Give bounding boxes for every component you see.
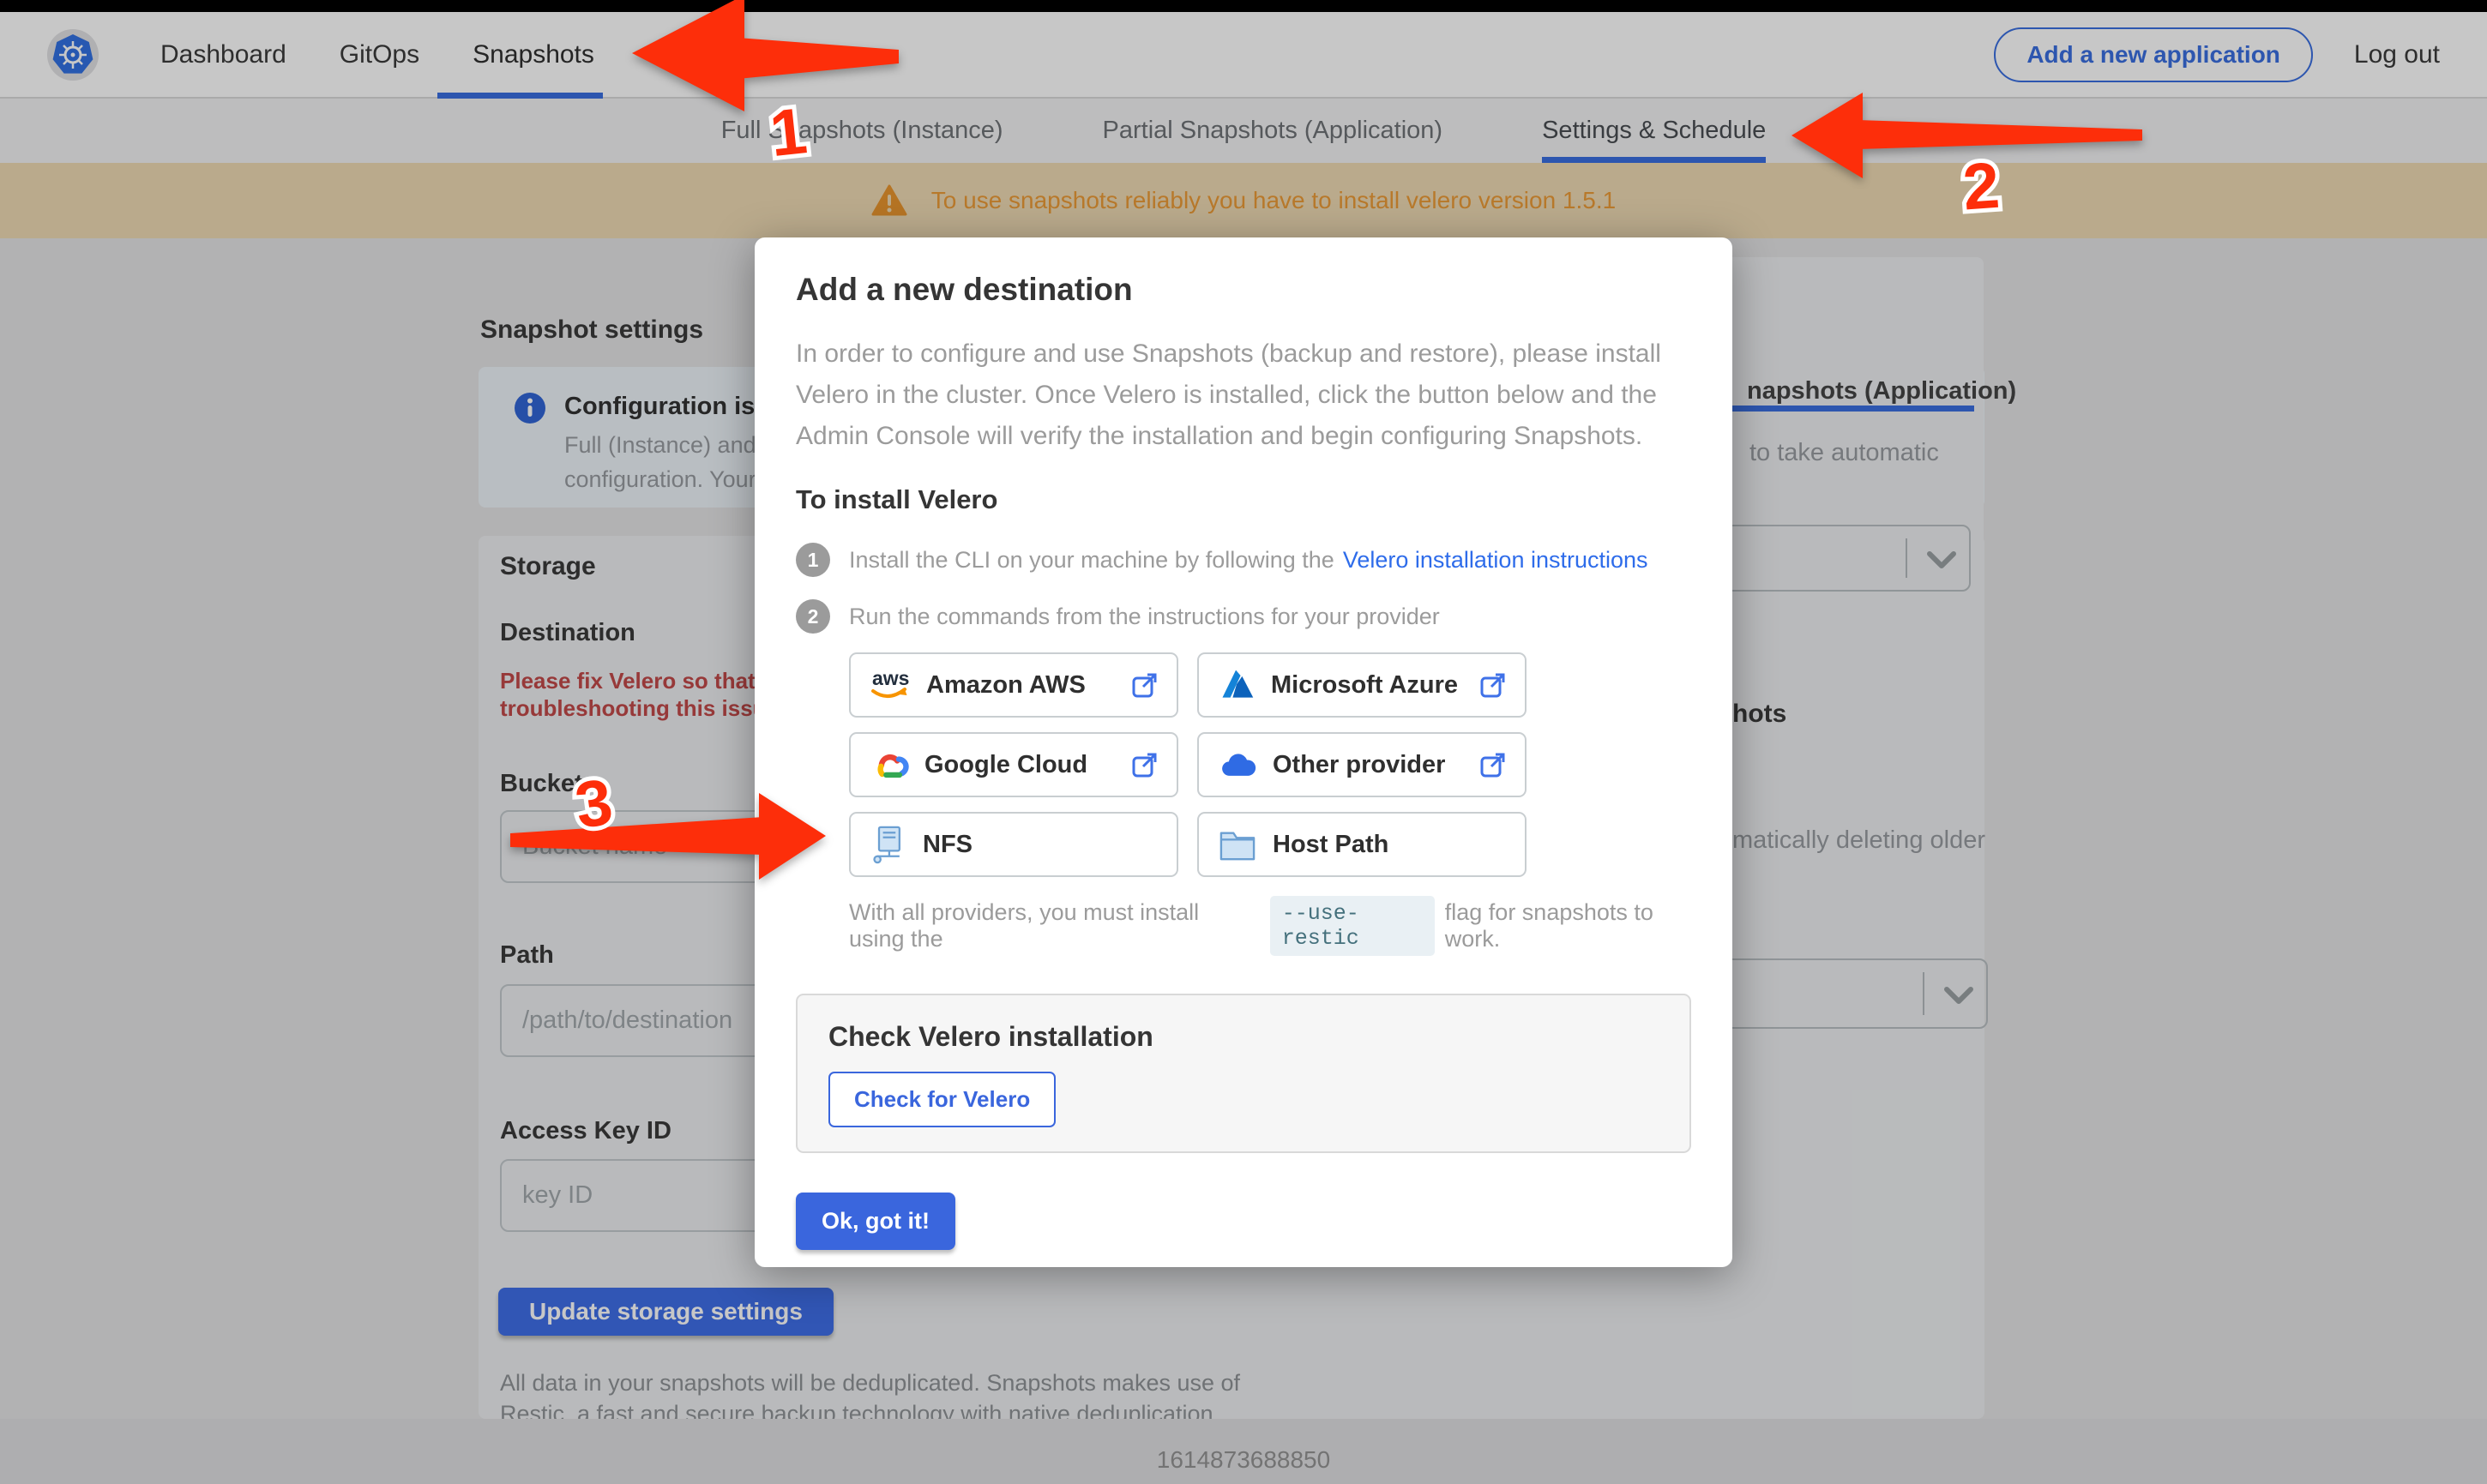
provider-grid: aws Amazon AWS Microsoft Azure [849, 652, 1528, 877]
external-link-icon [1480, 752, 1506, 778]
provider-label: Microsoft Azure [1271, 671, 1458, 700]
provider-button-google-cloud[interactable]: Google Cloud [849, 732, 1178, 797]
ok-got-it-button[interactable]: Ok, got it! [796, 1193, 955, 1250]
provider-button-amazon-aws[interactable]: aws Amazon AWS [849, 652, 1178, 718]
svg-text:aws: aws [872, 667, 909, 689]
provider-label: Amazon AWS [926, 671, 1086, 700]
modal-body-line1: In order to configure and use Snapshots … [796, 333, 1691, 375]
restic-note-suffix: flag for snapshots to work. [1445, 899, 1691, 952]
provider-label: Host Path [1273, 831, 1388, 859]
google-cloud-icon [870, 746, 909, 784]
provider-button-host-path[interactable]: Host Path [1197, 812, 1527, 877]
provider-label: Google Cloud [924, 751, 1087, 779]
aws-icon: aws [870, 666, 911, 704]
restic-note: With all providers, you must install usi… [849, 896, 1691, 956]
modal-body-line2: Velero in the cluster. Once Velero is in… [796, 375, 1691, 416]
provider-label: NFS [923, 831, 973, 859]
external-link-icon [1132, 752, 1158, 778]
cloud-icon [1218, 746, 1257, 784]
external-link-icon [1480, 672, 1506, 698]
velero-installation-instructions-link[interactable]: Velero installation instructions [1343, 547, 1648, 574]
modal-title: Add a new destination [796, 272, 1691, 308]
check-velero-installation-box: Check Velero installation Check for Vele… [796, 994, 1691, 1153]
use-restic-flag-code: --use-restic [1270, 896, 1435, 956]
restic-note-prefix: With all providers, you must install usi… [849, 899, 1260, 952]
provider-button-other-provider[interactable]: Other provider [1197, 732, 1527, 797]
install-step-2: 2 Run the commands from the instructions… [796, 599, 1691, 634]
install-step-1: 1 Install the CLI on your machine by fol… [796, 543, 1691, 577]
folder-icon [1218, 826, 1257, 862]
external-link-icon [1132, 672, 1158, 698]
step-2-text: Run the commands from the instructions f… [849, 604, 1440, 630]
step-2-badge: 2 [796, 599, 830, 634]
modal-body-line3: Admin Console will verify the installati… [796, 416, 1691, 457]
add-destination-modal: Add a new destination In order to config… [755, 237, 1732, 1267]
provider-button-microsoft-azure[interactable]: Microsoft Azure [1197, 652, 1527, 718]
check-for-velero-button[interactable]: Check for Velero [828, 1072, 1056, 1127]
check-velero-title: Check Velero installation [828, 1021, 1659, 1053]
step-1-badge: 1 [796, 543, 830, 577]
provider-label: Other provider [1273, 751, 1445, 779]
nfs-icon [870, 825, 907, 864]
to-install-velero-heading: To install Velero [796, 484, 1691, 515]
provider-button-nfs[interactable]: NFS [849, 812, 1178, 877]
azure-icon [1218, 666, 1256, 704]
step-1-text: Install the CLI on your machine by follo… [849, 547, 1334, 574]
